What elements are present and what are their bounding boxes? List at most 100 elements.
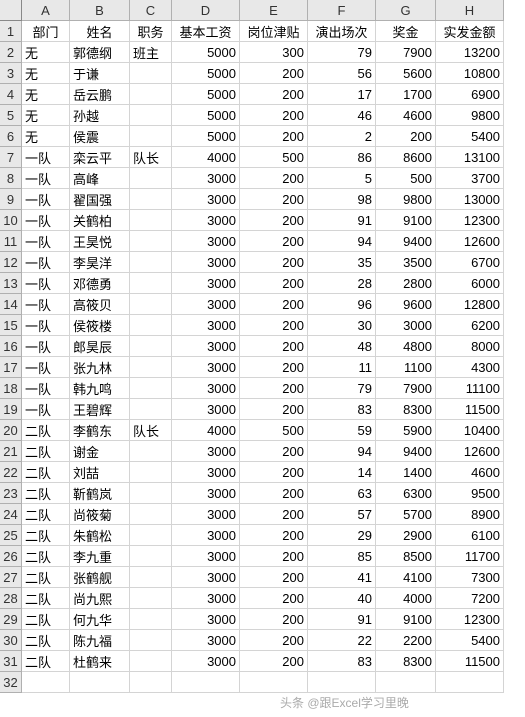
cell-base[interactable]: 3000: [172, 231, 240, 252]
table-header-cell[interactable]: 职务: [130, 21, 172, 42]
cell-dept[interactable]: 一队: [22, 336, 70, 357]
cell-dept[interactable]: 无: [22, 126, 70, 147]
cell-bonus[interactable]: 4600: [376, 105, 436, 126]
cell-allow[interactable]: 200: [240, 126, 308, 147]
cell-shows[interactable]: 83: [308, 651, 376, 672]
cell-bonus[interactable]: 9400: [376, 441, 436, 462]
cell-dept[interactable]: 二队: [22, 441, 70, 462]
row-header[interactable]: 16: [0, 336, 22, 357]
cell-allow[interactable]: 200: [240, 588, 308, 609]
cell-dept[interactable]: 二队: [22, 420, 70, 441]
cell-shows[interactable]: 63: [308, 483, 376, 504]
cell-allow[interactable]: 200: [240, 441, 308, 462]
cell-allow[interactable]: 200: [240, 504, 308, 525]
cell-total[interactable]: 11100: [436, 378, 504, 399]
cell-shows[interactable]: 30: [308, 315, 376, 336]
cell-total[interactable]: 8900: [436, 504, 504, 525]
cell-title[interactable]: [130, 588, 172, 609]
cell-name[interactable]: 李九重: [70, 546, 130, 567]
cell-name[interactable]: 高峰: [70, 168, 130, 189]
cell-shows[interactable]: 35: [308, 252, 376, 273]
cell-base[interactable]: 5000: [172, 84, 240, 105]
cell-dept[interactable]: 无: [22, 84, 70, 105]
row-header[interactable]: 30: [0, 630, 22, 651]
cell-bonus[interactable]: 3000: [376, 315, 436, 336]
cell-shows[interactable]: 28: [308, 273, 376, 294]
cell-name[interactable]: 李鹤东: [70, 420, 130, 441]
cell-bonus[interactable]: 1100: [376, 357, 436, 378]
cell-name[interactable]: 谢金: [70, 441, 130, 462]
table-header-cell[interactable]: 演出场次: [308, 21, 376, 42]
cell-base[interactable]: 3000: [172, 567, 240, 588]
cell-dept[interactable]: 二队: [22, 483, 70, 504]
cell-bonus[interactable]: 2800: [376, 273, 436, 294]
cell-bonus[interactable]: 5600: [376, 63, 436, 84]
row-header[interactable]: 2: [0, 42, 22, 63]
col-header-A[interactable]: A: [22, 0, 70, 21]
cell-base[interactable]: 3000: [172, 273, 240, 294]
cell-bonus[interactable]: 7900: [376, 42, 436, 63]
cell-name[interactable]: 高筱贝: [70, 294, 130, 315]
cell-bonus[interactable]: 9600: [376, 294, 436, 315]
cell-title[interactable]: 队长: [130, 147, 172, 168]
cell-allow[interactable]: 200: [240, 399, 308, 420]
cell-shows[interactable]: 29: [308, 525, 376, 546]
cell-shows[interactable]: 79: [308, 378, 376, 399]
cell-total[interactable]: 8000: [436, 336, 504, 357]
cell-bonus[interactable]: 1400: [376, 462, 436, 483]
cell-dept[interactable]: 一队: [22, 147, 70, 168]
cell-shows[interactable]: 40: [308, 588, 376, 609]
col-header-C[interactable]: C: [130, 0, 172, 21]
cell-title[interactable]: [130, 84, 172, 105]
cell-title[interactable]: 队长: [130, 420, 172, 441]
cell-shows[interactable]: 85: [308, 546, 376, 567]
row-header[interactable]: 12: [0, 252, 22, 273]
cell-allow[interactable]: 200: [240, 630, 308, 651]
cell-dept[interactable]: 二队: [22, 462, 70, 483]
col-header-H[interactable]: H: [436, 0, 504, 21]
cell-total[interactable]: 5400: [436, 126, 504, 147]
cell-empty[interactable]: [22, 672, 70, 693]
cell-shows[interactable]: 11: [308, 357, 376, 378]
cell-total[interactable]: 13000: [436, 189, 504, 210]
cell-title[interactable]: [130, 357, 172, 378]
cell-dept[interactable]: 无: [22, 63, 70, 84]
cell-bonus[interactable]: 9100: [376, 609, 436, 630]
row-header[interactable]: 15: [0, 315, 22, 336]
cell-base[interactable]: 5000: [172, 63, 240, 84]
cell-name[interactable]: 朱鹤松: [70, 525, 130, 546]
row-header[interactable]: 11: [0, 231, 22, 252]
cell-dept[interactable]: 一队: [22, 378, 70, 399]
cell-dept[interactable]: 无: [22, 42, 70, 63]
cell-shows[interactable]: 17: [308, 84, 376, 105]
cell-name[interactable]: 王碧辉: [70, 399, 130, 420]
cell-dept[interactable]: 一队: [22, 399, 70, 420]
cell-shows[interactable]: 57: [308, 504, 376, 525]
cell-total[interactable]: 7200: [436, 588, 504, 609]
cell-name[interactable]: 刘喆: [70, 462, 130, 483]
row-header[interactable]: 18: [0, 378, 22, 399]
cell-allow[interactable]: 200: [240, 525, 308, 546]
cell-base[interactable]: 3000: [172, 462, 240, 483]
cell-name[interactable]: 郭德纲: [70, 42, 130, 63]
cell-base[interactable]: 3000: [172, 252, 240, 273]
cell-total[interactable]: 9800: [436, 105, 504, 126]
cell-shows[interactable]: 94: [308, 231, 376, 252]
cell-bonus[interactable]: 4800: [376, 336, 436, 357]
row-header[interactable]: 10: [0, 210, 22, 231]
cell-title[interactable]: [130, 483, 172, 504]
cell-allow[interactable]: 500: [240, 147, 308, 168]
cell-total[interactable]: 12600: [436, 231, 504, 252]
row-header[interactable]: 7: [0, 147, 22, 168]
cell-shows[interactable]: 22: [308, 630, 376, 651]
cell-allow[interactable]: 200: [240, 462, 308, 483]
cell-dept[interactable]: 一队: [22, 294, 70, 315]
row-header[interactable]: 23: [0, 483, 22, 504]
cell-name[interactable]: 靳鹤岚: [70, 483, 130, 504]
cell-allow[interactable]: 300: [240, 42, 308, 63]
cell-title[interactable]: [130, 504, 172, 525]
cell-name[interactable]: 翟国强: [70, 189, 130, 210]
cell-total[interactable]: 4300: [436, 357, 504, 378]
row-header[interactable]: 26: [0, 546, 22, 567]
col-header-F[interactable]: F: [308, 0, 376, 21]
